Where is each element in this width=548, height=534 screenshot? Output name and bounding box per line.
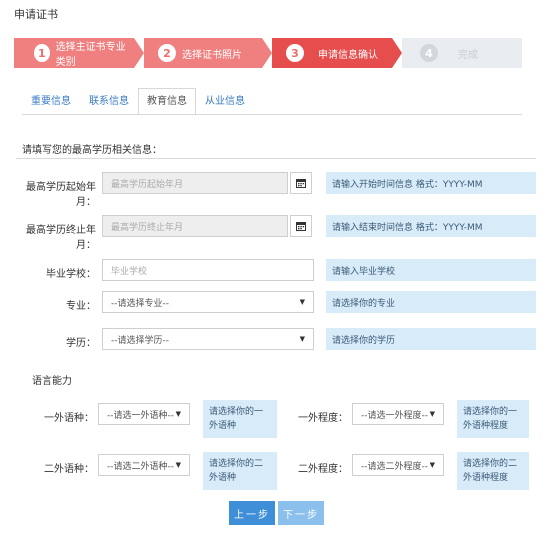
calendar-icon: [296, 179, 306, 188]
calendar-icon: [296, 222, 306, 231]
degree-select[interactable]: --请选择学历-- ▼: [102, 328, 314, 350]
major-hint: 请选择你的专业: [326, 291, 536, 313]
first-language-select[interactable]: --请选一外语种-- ▼: [98, 403, 190, 425]
step-label: 申请信息确认: [318, 49, 378, 61]
step-arrow: [262, 38, 272, 68]
tab-work-info[interactable]: 从业信息: [196, 88, 254, 114]
tab-education-info[interactable]: 教育信息: [138, 88, 196, 114]
second-language-select[interactable]: --请选二外语种-- ▼: [98, 454, 190, 476]
end-date-input[interactable]: 最高学历终止年月: [102, 215, 288, 237]
step-label: 选择证书照片: [182, 49, 242, 61]
degree-label: 学历：: [66, 338, 96, 349]
caret-down-icon: ▼: [175, 461, 181, 469]
caret-down-icon: ▼: [175, 410, 181, 418]
step-4: 4 完成: [402, 38, 522, 68]
tabs-divider: [22, 114, 522, 115]
second-language-value: --请选二外语种--: [107, 461, 174, 472]
degree-select-value: --请选择学历--: [111, 335, 169, 346]
school-hint: 请输入毕业学校: [326, 259, 536, 281]
second-level-select[interactable]: --请选二外程度-- ▼: [352, 454, 444, 476]
major-select[interactable]: --请选择专业-- ▼: [102, 291, 314, 313]
major-select-value: --请选择专业--: [111, 298, 169, 309]
first-level-hint: 请选择你的一外语种程度: [457, 400, 529, 438]
step-number: 4: [420, 44, 438, 62]
first-language-label: 一外语种：: [44, 413, 94, 424]
end-date-calendar-button[interactable]: [290, 215, 312, 237]
step-label: 选择主证书专业类别: [55, 42, 126, 68]
caret-down-icon: ▼: [299, 335, 305, 343]
school-label: 毕业学校：: [46, 269, 96, 280]
caret-down-icon: ▼: [299, 298, 305, 306]
step-number: 3: [286, 44, 304, 62]
second-language-label: 二外语种：: [44, 464, 94, 475]
school-input[interactable]: 毕业学校: [102, 259, 314, 281]
second-language-hint: 请选择你的二外语种: [203, 452, 277, 490]
previous-step-button[interactable]: 上一步: [229, 501, 275, 525]
step-3: 3 申请信息确认: [272, 38, 392, 68]
tab-contact-info[interactable]: 联系信息: [80, 88, 138, 114]
first-level-label: 一外程度：: [298, 413, 348, 424]
end-date-hint: 请输入结束时间信息 格式：YYYY-MM: [326, 215, 536, 237]
start-date-calendar-button[interactable]: [290, 172, 312, 194]
tab-bar: 重要信息 联系信息 教育信息 从业信息: [22, 88, 254, 114]
first-level-value: --请选一外程度--: [361, 410, 428, 421]
caret-down-icon: ▼: [429, 461, 435, 469]
step-number: 1: [34, 44, 50, 62]
step-1: 1 选择主证书专业类别: [14, 38, 134, 68]
step-arrow: [392, 38, 402, 68]
start-date-hint: 请输入开始时间信息 格式：YYYY-MM: [326, 172, 536, 194]
caret-down-icon: ▼: [429, 410, 435, 418]
start-date-input[interactable]: 最高学历起始年月: [102, 172, 288, 194]
section-divider: [16, 158, 536, 159]
step-2: 2 选择证书照片: [144, 38, 262, 68]
section-title: 请填写您的最高学历相关信息：: [22, 145, 162, 156]
language-section-title: 语言能力: [32, 376, 72, 387]
step-label: 完成: [458, 49, 478, 61]
step-arrow: [134, 38, 144, 68]
step-number: 2: [158, 44, 176, 62]
end-date-label: 最高学历终止年月：: [26, 225, 96, 251]
major-label: 专业：: [66, 301, 96, 312]
start-date-label: 最高学历起始年月：: [26, 182, 96, 208]
next-step-button[interactable]: 下一步: [278, 501, 324, 525]
first-level-select[interactable]: --请选一外程度-- ▼: [352, 403, 444, 425]
tab-important-info[interactable]: 重要信息: [22, 88, 80, 114]
second-level-value: --请选二外程度--: [361, 461, 428, 472]
first-language-hint: 请选择你的一外语种: [203, 400, 277, 438]
page-title: 申请证书: [14, 8, 58, 21]
second-level-label: 二外程度：: [298, 464, 348, 475]
progress-stepper: 1 选择主证书专业类别 2 选择证书照片 3 申请信息确认 4 完成: [14, 38, 522, 68]
degree-hint: 请选择你的学历: [326, 328, 536, 350]
second-level-hint: 请选择你的二外语种程度: [457, 452, 529, 490]
first-language-value: --请选一外语种--: [107, 410, 174, 421]
